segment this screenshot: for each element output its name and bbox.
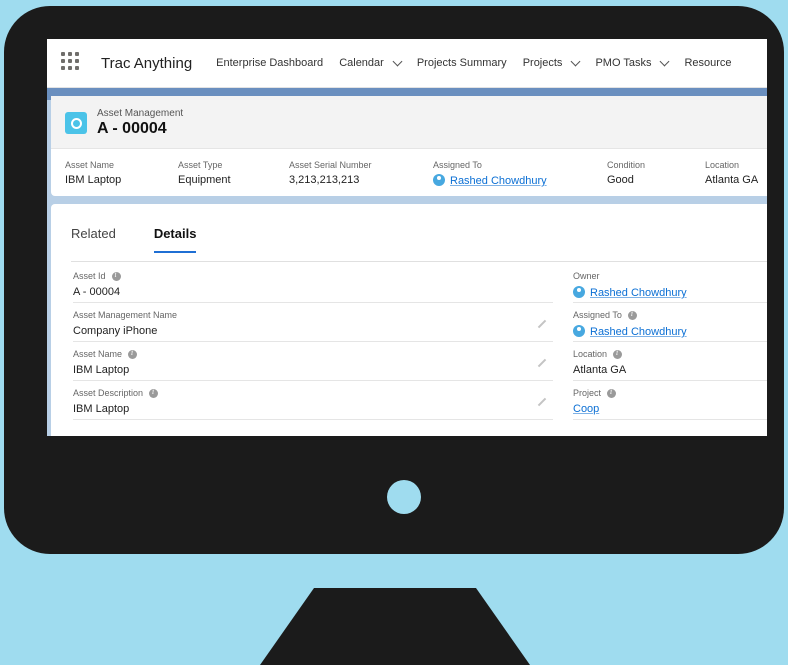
highlight-serial-number: Asset Serial Number 3,213,213,213 bbox=[289, 160, 372, 186]
tab-related[interactable]: Related bbox=[71, 226, 116, 253]
top-navigation: Trac Anything Enterprise Dashboard Calen… bbox=[47, 39, 767, 88]
nav-label: Calendar bbox=[339, 57, 384, 69]
tab-details[interactable]: Details bbox=[153, 226, 197, 253]
highlight-value: IBM Laptop bbox=[65, 174, 122, 186]
assigned-to-link[interactable]: Rashed Chowdhury bbox=[590, 326, 687, 338]
nav-item-resources[interactable]: Resource bbox=[684, 57, 731, 69]
field-label: Asset Name bbox=[73, 349, 123, 359]
info-icon[interactable] bbox=[613, 349, 623, 359]
highlight-assigned-to: Assigned To Rashed Chowdhury bbox=[433, 160, 547, 187]
highlight-label: Asset Serial Number bbox=[289, 160, 372, 170]
field-label: Location bbox=[573, 349, 608, 359]
field-label: Owner bbox=[573, 271, 600, 281]
field-assigned-to: Assigned To Rashed Chowdhury bbox=[573, 307, 767, 342]
field-value: A - 00004 bbox=[73, 286, 121, 298]
nav-label: Projects Summary bbox=[416, 57, 507, 69]
field-owner: Owner Rashed Chowdhury bbox=[573, 268, 767, 303]
user-avatar-icon bbox=[573, 325, 585, 337]
nav-item-enterprise-dashboard[interactable]: Enterprise Dashboard bbox=[216, 57, 323, 69]
field-asset-management-name: Asset Management Name Company iPhone bbox=[73, 307, 553, 342]
highlight-asset-type: Asset Type Equipment bbox=[178, 160, 231, 186]
app-name: Trac Anything bbox=[101, 54, 193, 72]
details-card: Related Details Asset Id A - 00004 Asset… bbox=[51, 204, 767, 436]
monitor-stand bbox=[260, 588, 530, 665]
project-link[interactable]: Coop bbox=[573, 403, 599, 415]
nav-label: Resource bbox=[684, 57, 732, 69]
field-label: Asset Id bbox=[73, 271, 106, 281]
nav-item-projects[interactable]: Projects bbox=[522, 56, 581, 69]
tab-divider bbox=[71, 261, 767, 262]
chevron-down-icon[interactable] bbox=[570, 56, 581, 67]
user-link[interactable]: Rashed Chowdhury bbox=[450, 175, 547, 187]
nav-item-pmo-tasks[interactable]: PMO Tasks bbox=[595, 56, 670, 69]
nav-label: Enterprise Dashboard bbox=[216, 57, 324, 69]
highlight-assigned-to-link[interactable]: Rashed Chowdhury bbox=[433, 174, 547, 187]
highlight-value: Atlanta GA bbox=[705, 174, 759, 186]
field-label: Project bbox=[573, 388, 602, 398]
camera-icon bbox=[65, 112, 87, 134]
highlight-label: Assigned To bbox=[433, 160, 482, 170]
record-header-top: Asset Management A - 00004 bbox=[51, 96, 767, 149]
highlight-value: Good bbox=[607, 174, 634, 186]
highlight-label: Condition bbox=[607, 160, 646, 170]
app-launcher-icon[interactable] bbox=[61, 52, 83, 74]
chevron-down-icon[interactable] bbox=[392, 56, 403, 67]
highlight-value: 3,213,213,213 bbox=[289, 174, 360, 186]
owner-link[interactable]: Rashed Chowdhury bbox=[590, 287, 687, 299]
field-label: Asset Management Name bbox=[73, 310, 178, 320]
monitor-frame: Trac Anything Enterprise Dashboard Calen… bbox=[4, 6, 784, 554]
highlight-label: Asset Name bbox=[65, 160, 115, 170]
screen: Trac Anything Enterprise Dashboard Calen… bbox=[47, 39, 767, 436]
object-label: Asset Management bbox=[97, 108, 184, 119]
field-label: Asset Description bbox=[73, 388, 144, 398]
record-tabs: Related Details bbox=[71, 226, 234, 253]
field-label: Assigned To bbox=[573, 310, 622, 320]
field-value: Company iPhone bbox=[73, 325, 158, 337]
field-value: IBM Laptop bbox=[73, 403, 130, 415]
user-avatar-icon bbox=[433, 174, 445, 186]
highlight-location: Location Atlanta GA bbox=[705, 160, 758, 186]
highlight-label: Location bbox=[705, 160, 740, 170]
field-asset-name: Asset Name IBM Laptop bbox=[73, 346, 553, 381]
user-avatar-icon bbox=[573, 286, 585, 298]
info-icon[interactable] bbox=[149, 388, 159, 398]
field-value: IBM Laptop bbox=[73, 364, 130, 376]
record-header: Asset Management A - 00004 Asset Name IB… bbox=[51, 96, 767, 196]
nav-item-calendar[interactable]: Calendar bbox=[339, 56, 403, 69]
page-body: Asset Management A - 00004 Asset Name IB… bbox=[47, 88, 767, 436]
highlight-asset-name: Asset Name IBM Laptop bbox=[65, 160, 121, 186]
highlight-label: Asset Type bbox=[178, 160, 223, 170]
field-project: Project Coop bbox=[573, 385, 767, 420]
record-title: A - 00004 bbox=[97, 120, 167, 137]
highlight-value: Equipment bbox=[178, 174, 231, 186]
power-button-icon bbox=[387, 480, 421, 514]
field-asset-description: Asset Description IBM Laptop bbox=[73, 385, 553, 420]
info-icon[interactable] bbox=[128, 349, 138, 359]
field-asset-id: Asset Id A - 00004 bbox=[73, 268, 553, 303]
nav-label: Projects bbox=[522, 57, 563, 69]
info-icon[interactable] bbox=[607, 388, 617, 398]
info-icon[interactable] bbox=[111, 271, 121, 281]
chevron-down-icon[interactable] bbox=[660, 56, 670, 67]
nav-item-projects-summary[interactable]: Projects Summary bbox=[417, 57, 507, 69]
field-value: Atlanta GA bbox=[573, 364, 627, 376]
nav-label: PMO Tasks bbox=[595, 57, 652, 69]
highlight-condition: Condition Good bbox=[607, 160, 645, 186]
field-location: Location Atlanta GA bbox=[573, 346, 767, 381]
info-icon[interactable] bbox=[627, 310, 637, 320]
